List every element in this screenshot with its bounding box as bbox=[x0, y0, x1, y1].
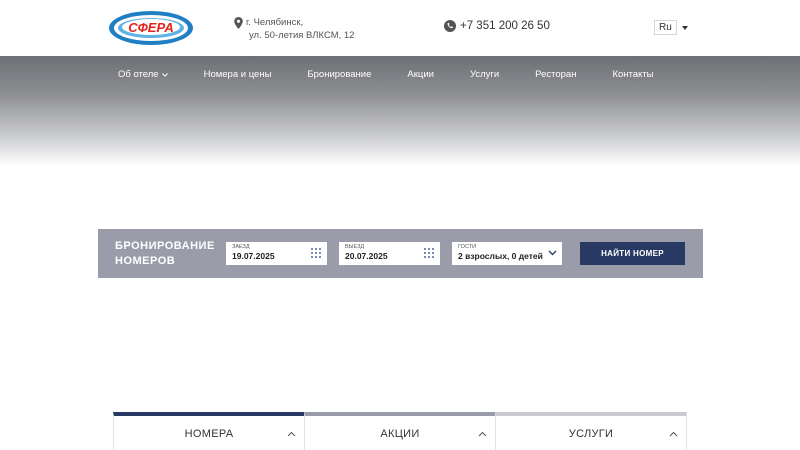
nav-item-rooms[interactable]: Номера и цены bbox=[204, 69, 272, 80]
guests-value: 2 взрослых, 0 детей bbox=[458, 251, 543, 261]
nav-band: Об отеле Номера и цены Бронирование Акци… bbox=[0, 56, 800, 166]
booking-widget: БРОНИРОВАНИЕ НОМЕРОВ ЗАЕЗД 19.07.2025 ВЫ… bbox=[98, 229, 703, 278]
nav-item-contacts[interactable]: Контакты bbox=[612, 69, 653, 80]
guests-label: ГОСТИ bbox=[458, 244, 477, 250]
nav-item-label: Ресторан bbox=[535, 69, 577, 80]
nav-item-promotions[interactable]: Акции bbox=[407, 69, 434, 80]
calendar-icon bbox=[311, 248, 321, 258]
language-selector[interactable]: Ru bbox=[654, 20, 688, 35]
tab-label: НОМЕРА bbox=[184, 428, 234, 440]
nav-item-about[interactable]: Об отеле bbox=[118, 69, 168, 80]
map-pin-icon bbox=[234, 17, 243, 29]
checkin-value: 19.07.2025 bbox=[232, 251, 275, 261]
chevron-up-icon bbox=[478, 431, 487, 437]
logo-text: СФЕРА bbox=[128, 20, 173, 35]
main-nav: Об отеле Номера и цены Бронирование Акци… bbox=[118, 69, 690, 80]
tab-label: АКЦИИ bbox=[380, 428, 420, 440]
tab-services[interactable]: УСЛУГИ bbox=[495, 412, 687, 450]
language-value: Ru bbox=[654, 20, 677, 35]
checkout-value: 20.07.2025 bbox=[345, 251, 388, 261]
booking-title-line2: НОМЕРОВ bbox=[115, 255, 176, 267]
checkout-field[interactable]: ВЫЕЗД 20.07.2025 bbox=[339, 242, 440, 265]
nav-item-label: Номера и цены bbox=[203, 69, 272, 80]
tab-label: УСЛУГИ bbox=[568, 428, 614, 440]
chevron-down-icon bbox=[161, 72, 168, 77]
address-line2: ул. 50-летия ВЛКСМ, 12 bbox=[249, 30, 355, 41]
find-room-button[interactable]: НАЙТИ НОМЕР bbox=[580, 242, 685, 265]
chevron-up-icon bbox=[669, 431, 678, 437]
phone-link[interactable]: +7 351 200 26 50 bbox=[444, 20, 550, 32]
address-line1: г. Челябинск, bbox=[246, 17, 304, 28]
tab-promotions[interactable]: АКЦИИ bbox=[304, 412, 495, 450]
nav-item-label: Контакты bbox=[612, 69, 654, 80]
address: г. Челябинск, ул. 50-летия ВЛКСМ, 12 bbox=[234, 16, 354, 42]
nav-item-services[interactable]: Услуги bbox=[470, 69, 499, 80]
nav-item-label: Об отеле bbox=[118, 69, 159, 80]
checkout-label: ВЫЕЗД bbox=[345, 244, 365, 250]
caret-down-icon bbox=[681, 25, 688, 30]
tab-rooms[interactable]: НОМЕРА bbox=[113, 412, 304, 450]
booking-title-line1: БРОНИРОВАНИЕ bbox=[115, 240, 215, 252]
nav-item-label: Бронирование bbox=[307, 69, 372, 80]
checkin-label: ЗАЕЗД bbox=[232, 244, 250, 250]
nav-item-booking[interactable]: Бронирование bbox=[307, 69, 371, 80]
header: СФЕРА г. Челябинск, ул. 50-летия ВЛКСМ, … bbox=[0, 0, 800, 57]
phone-icon bbox=[444, 20, 456, 32]
booking-title: БРОНИРОВАНИЕ НОМЕРОВ bbox=[115, 239, 215, 269]
info-tabs: НОМЕРА АКЦИИ УСЛУГИ bbox=[113, 412, 687, 450]
chevron-up-icon bbox=[287, 431, 296, 437]
nav-item-label: Акции bbox=[407, 69, 434, 80]
chevron-down-icon bbox=[548, 250, 557, 256]
calendar-icon bbox=[424, 248, 434, 258]
guests-select[interactable]: ГОСТИ 2 взрослых, 0 детей bbox=[452, 242, 562, 265]
sfera-logo[interactable]: СФЕРА bbox=[107, 8, 195, 48]
checkin-field[interactable]: ЗАЕЗД 19.07.2025 bbox=[226, 242, 327, 265]
nav-item-label: Услуги bbox=[469, 69, 500, 80]
phone-number: +7 351 200 26 50 bbox=[460, 20, 550, 32]
nav-item-restaurant[interactable]: Ресторан bbox=[535, 69, 576, 80]
